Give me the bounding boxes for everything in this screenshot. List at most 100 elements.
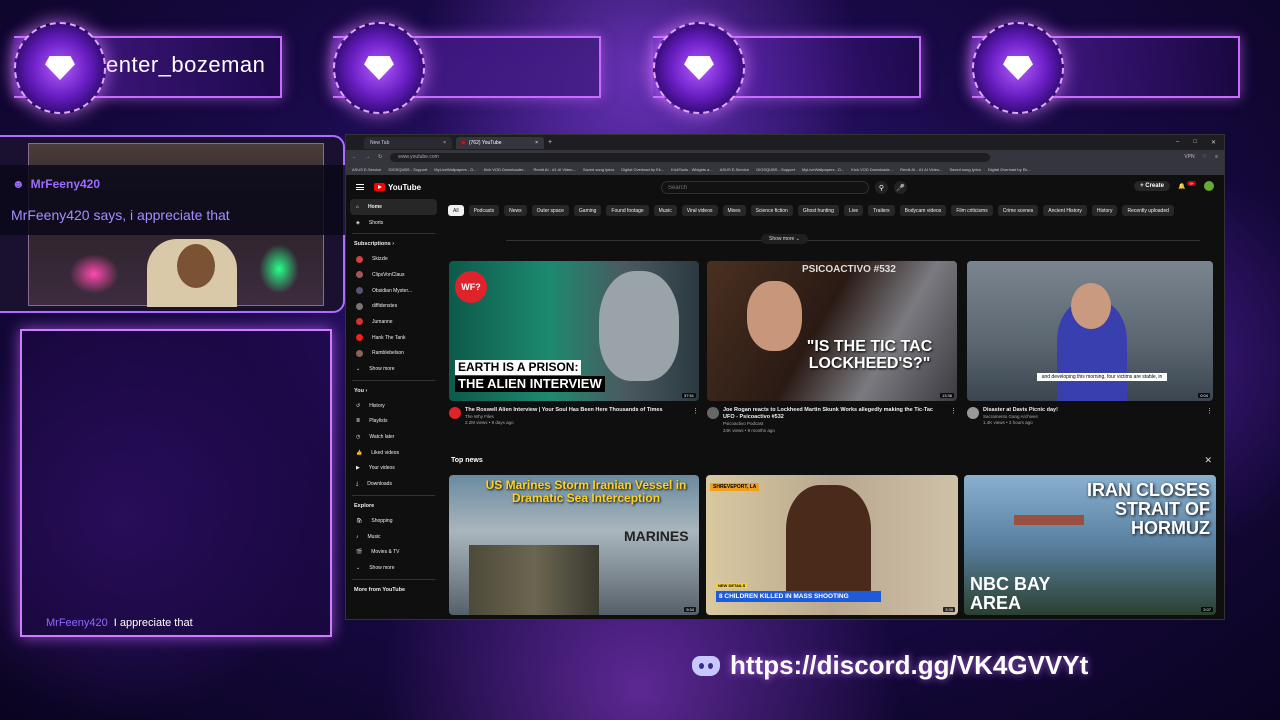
more-options-icon[interactable]: ⋮: [1206, 407, 1213, 427]
sidebar-item-sub[interactable]: Skizzle: [346, 251, 441, 267]
bookmark-item[interactable]: MyLiveWallpapers - D...: [802, 167, 844, 172]
reload-icon[interactable]: ↻: [378, 154, 382, 160]
filter-chip[interactable]: Ghost hunting: [797, 205, 839, 216]
sidebar-item-your-videos[interactable]: ▶ Your videos: [346, 461, 441, 477]
maximize-icon[interactable]: □: [1193, 139, 1197, 146]
avatar[interactable]: [1204, 181, 1214, 191]
search-icon[interactable]: ⚲: [875, 181, 888, 194]
video-thumbnail[interactable]: PSICOACTIVO #532 "IS THE TIC TAC LOCKHEE…: [707, 261, 957, 401]
filter-chip[interactable]: Trailers: [868, 205, 895, 216]
sidebar-show-more[interactable]: ⌄ Show more: [346, 361, 441, 377]
filter-chip[interactable]: All: [448, 205, 464, 216]
filter-chip[interactable]: Viral videos: [681, 205, 718, 216]
sidebar-item-music[interactable]: ♪ Music: [346, 529, 441, 545]
sidebar-item-movies[interactable]: 🎬 Movies & TV: [346, 544, 441, 560]
sidebar-explore-show-more[interactable]: ⌄ Show more: [346, 560, 441, 576]
video-card[interactable]: and developing this morning, four victim…: [967, 261, 1213, 427]
menu-icon[interactable]: ≡: [1215, 154, 1218, 160]
bell-icon[interactable]: 🔔: [1178, 183, 1185, 190]
more-options-icon[interactable]: ⋮: [692, 407, 699, 427]
heart-icon[interactable]: ♡: [1203, 154, 1207, 160]
new-tab-icon[interactable]: +: [548, 139, 552, 146]
news-card[interactable]: IRAN CLOSES STRAIT OF HORMUZ NBC BAY ARE…: [964, 475, 1216, 615]
channel-avatar[interactable]: [967, 407, 979, 419]
bookmark-item[interactable]: Digital Overload by Ek...: [621, 167, 664, 172]
sidebar-item-shopping[interactable]: 🛍 Shopping: [346, 513, 441, 529]
bookmark-item[interactable]: GIGSQUBS - Support: [388, 167, 427, 172]
close-window-icon[interactable]: ✕: [1211, 139, 1216, 146]
bookmark-item[interactable]: MyLiveWallpapers - D...: [434, 167, 476, 172]
filter-chip[interactable]: Found footage: [606, 205, 649, 216]
minimize-icon[interactable]: –: [1176, 139, 1179, 146]
news-card[interactable]: US Marines Storm Iranian Vessel in Drama…: [449, 475, 699, 615]
create-button[interactable]: + Create: [1134, 181, 1170, 191]
filter-chip[interactable]: Music: [653, 205, 677, 216]
tab-youtube[interactable]: ▶ (762) YouTube ×: [456, 136, 544, 149]
bookmark-item[interactable]: Digital Overload by Ek...: [988, 167, 1031, 172]
close-icon[interactable]: ×: [443, 140, 446, 146]
video-thumbnail[interactable]: WF? EARTH IS A PRISON: THE ALIEN INTERVI…: [449, 261, 699, 401]
more-options-icon[interactable]: ⋮: [950, 407, 957, 434]
show-more-button[interactable]: Show more ⌄: [761, 234, 808, 244]
filter-chip[interactable]: Outer space: [531, 205, 569, 216]
filter-chip[interactable]: Bodycam videos: [899, 205, 947, 216]
sidebar-item-sub[interactable]: Obsidian Myster...: [346, 283, 441, 299]
news-thumbnail[interactable]: SHREVEPORT, LA NEW DETAILS 8 CHILDREN KI…: [706, 475, 958, 615]
bookmark-item[interactable]: Saved song lyrics: [583, 167, 614, 172]
you-heading[interactable]: You ›: [346, 384, 441, 398]
filter-chip[interactable]: News: [504, 205, 527, 216]
subscriptions-heading[interactable]: Subscriptions ›: [346, 237, 441, 251]
microphone-icon[interactable]: 🎤: [894, 181, 907, 194]
hamburger-icon[interactable]: [356, 184, 364, 190]
sidebar-item-sub[interactable]: Hank The Tank: [346, 330, 441, 346]
bookmark-item[interactable]: Remit AI - #1 AI Video...: [900, 167, 942, 172]
bookmark-item[interactable]: Remit AI - #1 AI Video...: [533, 167, 575, 172]
bookmark-item[interactable]: ASUS E-Service: [352, 167, 381, 172]
bookmark-item[interactable]: ASUS E-Service: [720, 167, 749, 172]
sidebar-item-sub[interactable]: Jumanne: [346, 314, 441, 330]
bookmark-item[interactable]: Kick VOD Downloader...: [484, 167, 527, 172]
back-icon[interactable]: ←: [352, 154, 357, 160]
filter-chip[interactable]: Crime scenes: [997, 205, 1039, 216]
close-icon[interactable]: ✕: [1204, 455, 1212, 466]
video-title[interactable]: The Roswell Alien Interview | Your Soul …: [465, 407, 663, 414]
sidebar-item-history[interactable]: ↺ History: [346, 398, 441, 414]
bookmark-item[interactable]: Kick VOD Downloade...: [851, 167, 893, 172]
news-thumbnail[interactable]: IRAN CLOSES STRAIT OF HORMUZ NBC BAY ARE…: [964, 475, 1216, 615]
sidebar-item-liked[interactable]: 👍 Liked videos: [346, 445, 441, 461]
channel-avatar[interactable]: [707, 407, 719, 419]
filter-chip[interactable]: Ancient History: [1043, 205, 1087, 216]
sidebar-item-playlists[interactable]: ≣ Playlists: [346, 414, 441, 430]
search-input[interactable]: [661, 181, 869, 194]
filter-chip[interactable]: History: [1091, 205, 1118, 216]
bookmark-item[interactable]: GIGSQUBS - Support: [756, 167, 795, 172]
video-title[interactable]: Disaster at Davis Picnic day!: [983, 407, 1058, 414]
news-card[interactable]: SHREVEPORT, LA NEW DETAILS 8 CHILDREN KI…: [706, 475, 958, 615]
filter-chip[interactable]: Science fiction: [750, 205, 793, 216]
sidebar-item-downloads[interactable]: ⤓ Downloads: [346, 476, 441, 492]
filter-chip[interactable]: Podcasts: [468, 205, 500, 216]
sidebar-item-sub[interactable]: diffidenstes: [346, 298, 441, 314]
filter-chip[interactable]: Recently uploaded: [1122, 205, 1174, 216]
tab-new[interactable]: New Tab ×: [364, 136, 452, 149]
close-icon[interactable]: ×: [535, 140, 538, 146]
video-title[interactable]: Joe Rogan reacts to Lockheed Martin Skun…: [723, 407, 946, 421]
bookmark-item[interactable]: KickTools - Widgets a...: [671, 167, 713, 172]
sidebar-item-watch-later[interactable]: ◷ Watch later: [346, 429, 441, 445]
news-thumbnail[interactable]: US Marines Storm Iranian Vessel in Drama…: [449, 475, 699, 615]
forward-icon[interactable]: →: [365, 154, 370, 160]
filter-chip[interactable]: Gaming: [573, 205, 602, 216]
channel-avatar[interactable]: [449, 407, 461, 419]
vpn-badge[interactable]: VPN: [1184, 154, 1194, 160]
youtube-logo[interactable]: YouTube: [374, 183, 421, 192]
sidebar-item-sub[interactable]: Ramblebelson: [346, 346, 441, 362]
video-card[interactable]: PSICOACTIVO #532 "IS THE TIC TAC LOCKHEE…: [707, 261, 957, 434]
video-card[interactable]: WF? EARTH IS A PRISON: THE ALIEN INTERVI…: [449, 261, 699, 427]
sidebar-item-sub[interactable]: ClipsVonClaus: [346, 267, 441, 283]
filter-chip[interactable]: Mixes: [722, 205, 746, 216]
sidebar-item-home[interactable]: ⌂ Home: [350, 199, 437, 215]
video-thumbnail[interactable]: and developing this morning, four victim…: [967, 261, 1213, 401]
sidebar-item-shorts[interactable]: ◈ Shorts: [346, 215, 441, 231]
filter-chip[interactable]: Live: [843, 205, 864, 216]
url-field[interactable]: www.youtube.com: [390, 152, 991, 162]
